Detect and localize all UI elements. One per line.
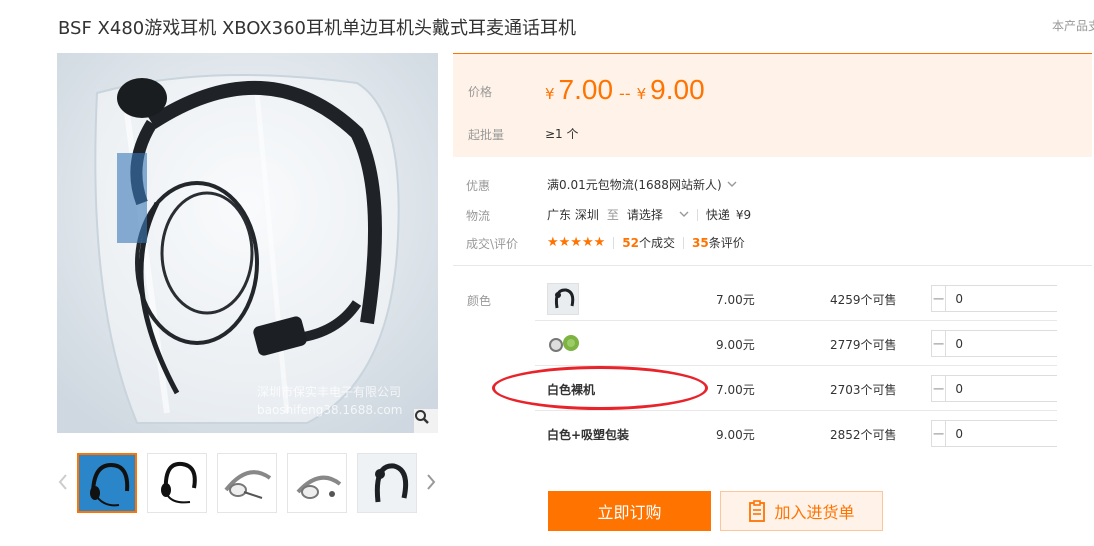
variant-stock: 2703个可售 xyxy=(830,383,897,397)
clipboard-icon xyxy=(748,500,766,522)
price-min: 7.00 xyxy=(558,74,614,105)
orders-link[interactable]: 52个成交 xyxy=(622,234,675,251)
headset-photo xyxy=(57,53,438,433)
shipping-origin: 广东 深圳 xyxy=(547,208,599,222)
chevron-left-icon[interactable] xyxy=(56,470,70,494)
variant-image[interactable] xyxy=(547,283,579,315)
reviews-suffix: 条评价 xyxy=(708,236,745,250)
magnifier-icon[interactable] xyxy=(414,409,438,433)
variant-price: 7.00元 xyxy=(716,383,755,397)
currency-symbol: ¥ xyxy=(545,85,555,103)
separator xyxy=(683,236,684,249)
main-product-image[interactable]: 深圳市保实丰电子有限公司 baoshifeng38.1688.com xyxy=(57,53,438,433)
price-range: ¥ 7.00 -- ¥ 9.00 xyxy=(545,74,705,106)
thumbnail-1[interactable] xyxy=(77,453,137,513)
reviews-link[interactable]: 35条评价 xyxy=(692,234,745,251)
add-to-cart-label: 加入进货单 xyxy=(774,505,855,522)
watermark-company: 深圳市保实丰电子有限公司 xyxy=(257,385,402,399)
separator xyxy=(696,208,698,221)
decrement-button[interactable]: − xyxy=(932,376,947,401)
variant-name[interactable]: 白色+吸塑包装 xyxy=(547,426,629,443)
decrement-button[interactable]: − xyxy=(932,286,947,311)
reviews-count: 35 xyxy=(692,236,709,250)
price-label: 价格 xyxy=(468,85,493,99)
variant-price: 9.00元 xyxy=(716,428,755,442)
chevron-down-icon xyxy=(727,181,737,188)
promo-label: 优惠 xyxy=(466,179,491,193)
thumbnail-3[interactable] xyxy=(217,453,277,513)
shipping-label: 物流 xyxy=(466,209,491,223)
corner-note: 本产品支 xyxy=(1052,19,1094,33)
thumbnail-strip xyxy=(77,453,417,513)
variant-row: 白色+吸塑包装 9.00元 2852个可售 − + xyxy=(535,411,1094,456)
variant-image[interactable] xyxy=(547,330,581,358)
variant-stock: 2779个可售 xyxy=(830,338,897,352)
destination-select[interactable]: 请选择 xyxy=(627,206,689,223)
section-divider xyxy=(453,265,1092,266)
add-to-cart-button[interactable]: 加入进货单 xyxy=(720,491,883,531)
shipping-to-word: 至 xyxy=(606,208,619,222)
currency-symbol: ¥ xyxy=(636,85,647,103)
orders-suffix: 个成交 xyxy=(638,236,675,250)
quantity-stepper: − + xyxy=(931,285,1094,312)
thumbnail-2[interactable] xyxy=(147,453,207,513)
deals-label: 成交\评价 xyxy=(466,237,519,251)
quantity-stepper: − + xyxy=(931,375,1094,402)
quantity-input[interactable] xyxy=(946,421,1094,446)
moq-value: ≥1 个 xyxy=(545,127,579,141)
watermark: 深圳市保实丰电子有限公司 baoshifeng38.1688.com xyxy=(257,383,402,419)
deals-row: ★★★★★ 52个成交 35条评价 xyxy=(547,234,745,251)
watermark-url: baoshifeng38.1688.com xyxy=(257,403,403,417)
shipping-fee: ¥9 xyxy=(735,207,752,222)
color-label: 颜色 xyxy=(467,294,492,308)
orders-count: 52 xyxy=(622,236,639,250)
quantity-input[interactable] xyxy=(946,376,1094,401)
variant-price: 9.00元 xyxy=(716,338,755,352)
shipping-row: 广东 深圳 至 请选择 快递 ¥9 xyxy=(547,206,751,223)
quantity-input[interactable] xyxy=(946,286,1094,311)
variant-stock: 4259个可售 xyxy=(830,293,897,307)
quantity-input[interactable] xyxy=(946,331,1094,356)
price-max: 9.00 xyxy=(650,74,705,105)
decrement-button[interactable]: − xyxy=(932,331,947,356)
decrement-button[interactable]: − xyxy=(932,421,947,446)
variant-price: 7.00元 xyxy=(716,293,755,307)
separator xyxy=(613,236,615,249)
destination-placeholder: 请选择 xyxy=(626,208,663,222)
chevron-down-icon xyxy=(679,211,689,218)
thumbnail-5[interactable] xyxy=(357,453,417,513)
quantity-stepper: − + xyxy=(931,420,1094,447)
promo-dropdown[interactable]: 满0.01元包物流(1688网站新人) xyxy=(547,176,737,193)
thumbnail-4[interactable] xyxy=(287,453,347,513)
buy-now-button[interactable]: 立即订购 xyxy=(548,491,711,531)
promo-text: 满0.01元包物流(1688网站新人) xyxy=(547,178,722,192)
variant-row: 7.00元 4259个可售 − + xyxy=(535,276,1094,321)
quantity-stepper: − + xyxy=(931,330,1094,357)
price-panel: 价格 ¥ 7.00 -- ¥ 9.00 起批量 ≥1 个 xyxy=(453,53,1092,157)
variant-name[interactable]: 白色裸机 xyxy=(547,381,595,398)
chevron-right-icon[interactable] xyxy=(424,470,438,494)
variant-row: 9.00元 2779个可售 − + xyxy=(535,321,1094,366)
rating-stars: ★★★★★ xyxy=(547,235,606,250)
product-title: BSF X480游戏耳机 XBOX360耳机单边耳机头戴式耳麦通话耳机 xyxy=(58,18,577,39)
price-range-separator: -- xyxy=(619,84,631,103)
shipping-method: 快递 xyxy=(705,208,730,222)
variant-stock: 2852个可售 xyxy=(830,428,897,442)
variant-row: 白色裸机 7.00元 2703个可售 − + xyxy=(535,366,1094,411)
moq-label: 起批量 xyxy=(468,128,505,142)
